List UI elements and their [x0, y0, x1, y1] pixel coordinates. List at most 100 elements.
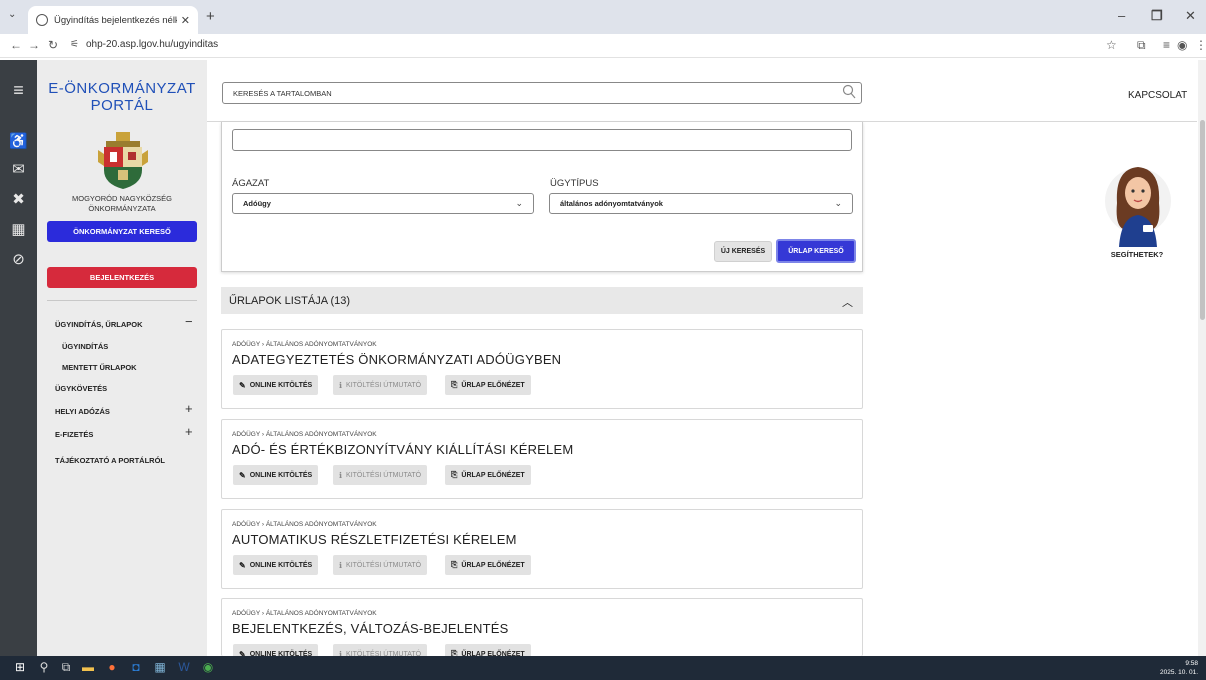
form-preview-button[interactable]: ⎘ ŰRLAP ELŐNÉZET: [445, 465, 531, 485]
tab-close-icon[interactable]: ✕: [181, 14, 190, 27]
case-type-select[interactable]: általános adónyomtatványok ⌄: [549, 193, 853, 214]
site-info-icon[interactable]: ⚟: [70, 39, 79, 50]
extensions-icon[interactable]: ⧉: [1137, 38, 1146, 53]
address-bar[interactable]: ohp-20.asp.lgov.hu/ugyinditas: [86, 39, 218, 50]
chrome-icon[interactable]: ◉: [200, 660, 216, 676]
municipality-crest-icon: [98, 132, 148, 189]
profile-icon[interactable]: ◉: [1177, 38, 1187, 52]
forward-icon[interactable]: →: [28, 38, 40, 52]
search-icon[interactable]: ⚲: [36, 660, 52, 676]
sidebar-item-about-portal[interactable]: TÁJÉKOZTATÓ A PORTÁLRÓL: [55, 456, 165, 465]
case-type-select-value: általános adónyomtatványok: [560, 199, 663, 208]
form-breadcrumb: ADÓÜGY › ÁLTALÁNOS ADÓNYOMTATVÁNYOK: [232, 610, 377, 617]
form-preview-button[interactable]: ⎘ ŰRLAP ELŐNÉZET: [445, 644, 531, 656]
sector-select[interactable]: Adóügy ⌄: [232, 193, 534, 214]
login-button[interactable]: BEJELENTKEZÉS: [47, 267, 197, 288]
minimize-icon[interactable]: –: [1118, 8, 1125, 23]
calculator-app-icon[interactable]: ▦: [152, 660, 168, 676]
new-search-button[interactable]: ÚJ KERESÉS: [714, 241, 772, 262]
task-view-icon[interactable]: ⧉: [58, 660, 74, 676]
form-card: ADÓÜGY › ÁLTALÁNOS ADÓNYOMTATVÁNYOK ADAT…: [221, 329, 863, 409]
hamburger-menu-icon[interactable]: ≡: [0, 80, 37, 101]
collapse-icon[interactable]: −: [185, 314, 193, 329]
info-icon: ℹ: [339, 380, 343, 390]
form-preview-button[interactable]: ⎘ ŰRLAP ELŐNÉZET: [445, 555, 531, 575]
scrollbar-thumb[interactable]: [1200, 120, 1205, 320]
sidebar-item-case-start[interactable]: ÜGYINDÍTÁS: [62, 342, 108, 351]
online-fill-button[interactable]: ✎ ONLINE KITÖLTÉS: [233, 644, 319, 656]
sidebar-divider: [47, 300, 197, 301]
window-close-icon[interactable]: ✕: [1185, 8, 1196, 24]
sidebar-item-case-tracking[interactable]: ÜGYKÖVETÉS: [55, 384, 107, 393]
pencil-icon: ✎: [239, 380, 246, 390]
taskbar: ⊞ ⚲ ⧉ ▬ ● ◘ ▦ W ◉ 9:58 2025. 10. 01.: [0, 656, 1206, 680]
chevron-up-icon[interactable]: ︿: [842, 294, 853, 310]
tools-icon[interactable]: ✖: [0, 190, 37, 208]
expand-icon[interactable]: +: [185, 424, 193, 439]
fill-guide-button[interactable]: ℹ KITÖLTÉSI ÚTMUTATÓ: [333, 375, 428, 395]
icon-rail: ≡ ♿ ✉ ✖ ▦ ⊘: [0, 60, 37, 656]
form-title[interactable]: ADATEGYEZTETÉS ÖNKORMÁNYZATI ADÓÜGYBEN: [232, 352, 561, 367]
back-icon[interactable]: ←: [10, 38, 22, 52]
sidebar-item-saved-forms[interactable]: MENTETT ŰRLAPOK: [62, 363, 137, 372]
mail-icon[interactable]: ✉: [0, 160, 37, 178]
chevron-down-icon: ⌄: [515, 198, 523, 208]
file-explorer-icon[interactable]: ▬: [80, 660, 96, 676]
reload-icon[interactable]: ↻: [48, 38, 58, 52]
fill-guide-button[interactable]: ℹ KITÖLTÉSI ÚTMUTATÓ: [333, 465, 428, 485]
new-tab-icon[interactable]: +: [206, 8, 215, 25]
fill-guide-button[interactable]: ℹ KITÖLTÉSI ÚTMUTATÓ: [333, 644, 428, 656]
outlook-icon[interactable]: ◘: [128, 660, 144, 676]
form-card: ADÓÜGY › ÁLTALÁNOS ADÓNYOMTATVÁNYOK ADÓ-…: [221, 419, 863, 499]
accessibility-icon[interactable]: ♿: [0, 132, 37, 150]
form-card: ADÓÜGY › ÁLTALÁNOS ADÓNYOMTATVÁNYOK BEJE…: [221, 598, 863, 656]
form-title[interactable]: BEJELENTKEZÉS, VÁLTOZÁS-BEJELENTÉS: [232, 621, 509, 636]
search-icon[interactable]: [842, 84, 856, 100]
forms-list-title: ŰRLAPOK LISTÁJA (13): [229, 294, 351, 307]
pencil-icon: ✎: [239, 560, 246, 570]
sidebar-item-e-payment[interactable]: E-FIZETÉS: [55, 430, 93, 439]
calculator-icon[interactable]: ▦: [0, 220, 37, 238]
chevron-down-icon: ⌄: [834, 198, 842, 208]
browser-menu-icon[interactable]: ⋮: [1195, 38, 1206, 52]
site-favicon-icon: [36, 14, 48, 26]
preview-icon: ⎘: [451, 649, 458, 656]
assistant-avatar[interactable]: [1105, 155, 1171, 247]
windows-start-icon[interactable]: ⊞: [12, 660, 28, 676]
system-clock[interactable]: 9:58 2025. 10. 01.: [1160, 659, 1198, 677]
browser-tab[interactable]: Ügyindítás bejelentkezés nélkül ✕: [28, 6, 198, 34]
online-fill-button[interactable]: ✎ ONLINE KITÖLTÉS: [233, 375, 319, 395]
form-title[interactable]: ADÓ- ÉS ÉRTÉKBIZONYÍTVÁNY KIÁLLÍTÁSI KÉR…: [232, 442, 573, 457]
form-search-button[interactable]: ŰRLAP KERESŐ: [776, 239, 856, 263]
form-title[interactable]: AUTOMATIKUS RÉSZLETFIZETÉSI KÉRELEM: [232, 532, 517, 547]
media-icon[interactable]: ≡: [1163, 38, 1170, 52]
preview-icon: ⎘: [451, 470, 458, 479]
sidebar-item-local-tax[interactable]: HELYI ADÓZÁS: [55, 407, 110, 416]
firefox-icon[interactable]: ●: [104, 660, 120, 676]
tab-title: Ügyindítás bejelentkezés nélkül: [54, 14, 177, 26]
municipality-finder-button[interactable]: ÖNKORMÁNYZAT KERESŐ: [47, 221, 197, 242]
form-preview-button[interactable]: ⎘ ŰRLAP ELŐNÉZET: [445, 375, 531, 395]
word-icon[interactable]: W: [176, 660, 192, 676]
content-search-input[interactable]: KERESÉS A TARTALOMBAN: [222, 82, 862, 104]
info-icon: ℹ: [339, 470, 343, 480]
restore-icon[interactable]: ❐: [1151, 8, 1163, 24]
online-fill-button[interactable]: ✎ ONLINE KITÖLTÉS: [233, 465, 319, 485]
online-fill-button[interactable]: ✎ ONLINE KITÖLTÉS: [233, 555, 319, 575]
expand-icon[interactable]: +: [185, 401, 193, 416]
sidebar-item-forms[interactable]: ÜGYINDÍTÁS, ŰRLAPOK: [55, 320, 143, 329]
browser-toolbar: ← → ↻ ⚟ ohp-20.asp.lgov.hu/ugyinditas ☆ …: [0, 34, 1206, 58]
pencil-icon: ✎: [239, 470, 246, 480]
bookmark-star-icon[interactable]: ☆: [1106, 38, 1117, 52]
help-icon[interactable]: ⊘: [0, 250, 37, 268]
portal-title[interactable]: E-ÖNKORMÁNYZAT PORTÁL: [47, 80, 197, 114]
forms-list-header[interactable]: ŰRLAPOK LISTÁJA (13) ︿: [221, 287, 863, 314]
preview-icon: ⎘: [451, 380, 458, 389]
keyword-input[interactable]: [232, 129, 852, 151]
tab-search-icon[interactable]: ⌄: [8, 9, 16, 20]
fill-guide-button[interactable]: ℹ KITÖLTÉSI ÚTMUTATÓ: [333, 555, 428, 575]
clock-date: 2025. 10. 01.: [1160, 669, 1198, 676]
contact-link[interactable]: KAPCSOLAT: [1128, 90, 1187, 101]
browser-tab-strip: ⌄ Ügyindítás bejelentkezés nélkül ✕ + – …: [0, 0, 1206, 34]
assistant-label[interactable]: SEGÍTHETEK?: [1097, 250, 1177, 259]
